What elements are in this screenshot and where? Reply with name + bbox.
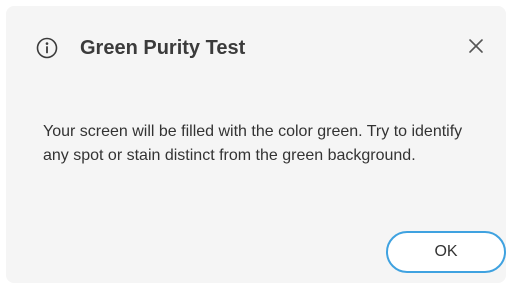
info-icon <box>36 37 58 59</box>
dialog-header: Green Purity Test <box>6 6 506 88</box>
green-purity-dialog: Green Purity Test Your screen will be fi… <box>6 6 506 283</box>
dialog-title: Green Purity Test <box>80 37 246 59</box>
close-icon[interactable] <box>466 36 486 56</box>
ok-button[interactable]: OK <box>386 231 506 273</box>
dialog-message: Your screen will be filled with the colo… <box>43 123 463 164</box>
